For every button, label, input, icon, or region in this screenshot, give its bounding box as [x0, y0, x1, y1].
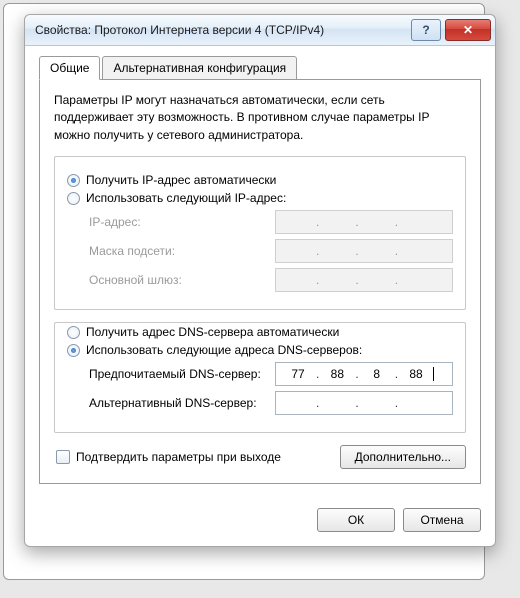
tab-general[interactable]: Общие [39, 56, 100, 80]
close-icon: ✕ [463, 23, 473, 37]
cancel-button[interactable]: Отмена [403, 508, 481, 532]
text-caret [433, 367, 434, 381]
label-dns-manual: Использовать следующие адреса DNS-сервер… [86, 343, 362, 357]
label-dns-auto: Получить адрес DNS-сервера автоматически [86, 325, 339, 339]
help-button[interactable]: ? [411, 19, 441, 41]
input-alternate-dns[interactable]: . . . [275, 391, 453, 415]
input-subnet-mask: . . . [275, 239, 453, 263]
label-subnet-mask: Маска подсети: [67, 244, 275, 258]
description-text: Параметры IP могут назначаться автоматич… [54, 92, 466, 144]
tab-strip: Общие Альтернативная конфигурация [39, 56, 481, 80]
input-preferred-dns[interactable]: . . . [275, 362, 453, 386]
label-ip-auto: Получить IP-адрес автоматически [86, 173, 276, 187]
window-title: Свойства: Протокол Интернета версии 4 (T… [35, 23, 407, 37]
label-default-gateway: Основной шлюз: [67, 273, 275, 287]
label-ip-address: IP-адрес: [67, 215, 275, 229]
radio-ip-manual[interactable] [67, 192, 80, 205]
radio-dns-auto[interactable] [67, 326, 80, 339]
preferred-dns-oct1[interactable] [280, 366, 316, 382]
tab-pane-general: Параметры IP могут назначаться автоматич… [39, 79, 481, 484]
input-ip-address: . . . [275, 210, 453, 234]
ipv4-properties-dialog: Свойства: Протокол Интернета версии 4 (T… [24, 14, 496, 547]
tab-alternate-config[interactable]: Альтернативная конфигурация [102, 56, 297, 80]
label-ip-manual: Использовать следующий IP-адрес: [86, 191, 286, 205]
alternate-dns-oct4[interactable] [398, 395, 434, 411]
advanced-button[interactable]: Дополнительно... [340, 445, 466, 469]
label-preferred-dns: Предпочитаемый DNS-сервер: [67, 367, 275, 381]
alternate-dns-oct1[interactable] [280, 395, 316, 411]
ok-button[interactable]: ОК [317, 508, 395, 532]
close-button[interactable]: ✕ [445, 19, 491, 41]
radio-ip-auto[interactable] [67, 174, 80, 187]
ip-address-oct4 [398, 214, 434, 230]
preferred-dns-oct2[interactable] [319, 366, 355, 382]
alternate-dns-oct3[interactable] [359, 395, 395, 411]
label-alternate-dns: Альтернативный DNS-сервер: [67, 396, 275, 410]
titlebar: Свойства: Протокол Интернета версии 4 (T… [25, 15, 495, 46]
dns-group: Получить адрес DNS-сервера автоматически… [54, 322, 466, 433]
help-icon: ? [422, 23, 429, 37]
ip-address-oct1 [280, 214, 316, 230]
input-default-gateway: . . . [275, 268, 453, 292]
preferred-dns-oct4[interactable] [398, 366, 434, 382]
checkbox-validate-on-exit[interactable] [56, 450, 70, 464]
dialog-buttons: ОК Отмена [25, 498, 495, 546]
radio-dns-manual[interactable] [67, 344, 80, 357]
preferred-dns-oct3[interactable] [359, 366, 395, 382]
ip-address-oct3 [359, 214, 395, 230]
ip-address-oct2 [319, 214, 355, 230]
alternate-dns-oct2[interactable] [319, 395, 355, 411]
label-validate-on-exit: Подтвердить параметры при выходе [76, 450, 281, 464]
ip-group: Получить IP-адрес автоматически Использо… [54, 156, 466, 310]
